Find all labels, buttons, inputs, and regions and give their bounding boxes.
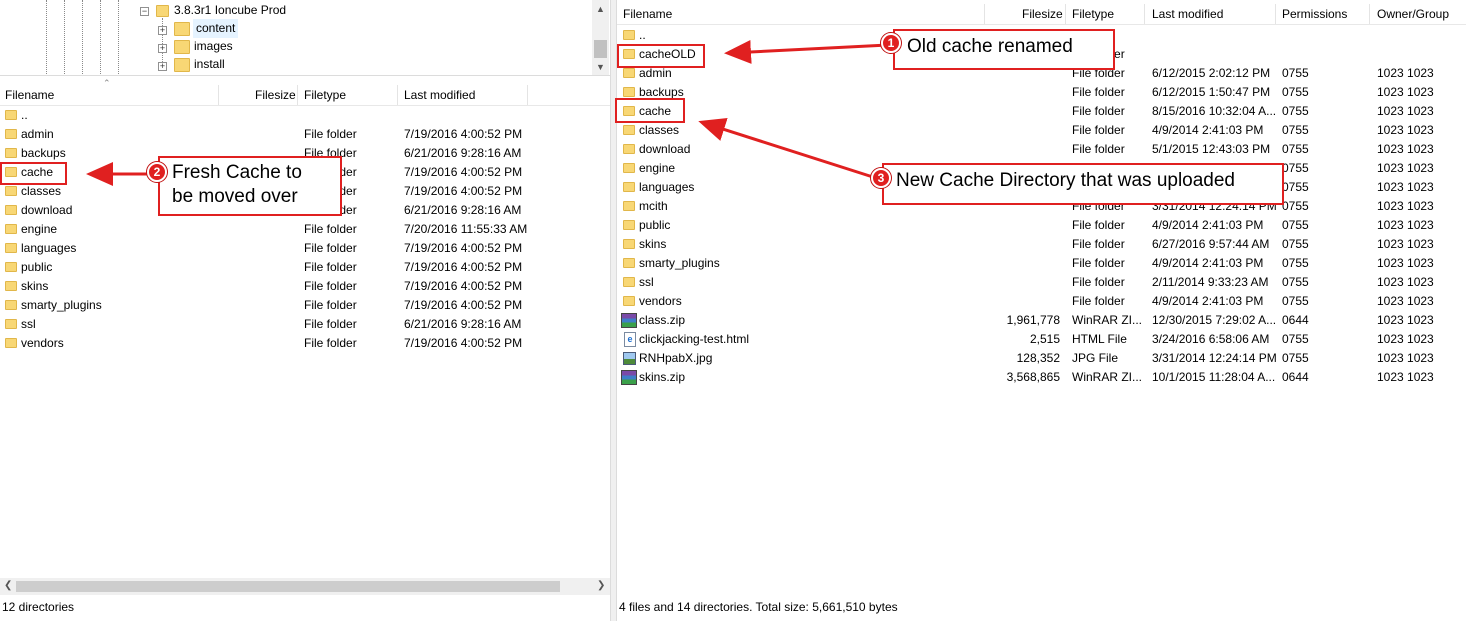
- callout-badge-2: 2: [147, 162, 167, 182]
- highlight-cacheold: [617, 44, 705, 68]
- callout-badge-1: 1: [881, 33, 901, 53]
- annotation-arrow-3: [698, 117, 877, 180]
- annotation-arrows: [86, 39, 889, 186]
- highlight-right-cache: [615, 98, 685, 123]
- callout-new-cache: New Cache Directory that was uploaded: [882, 163, 1284, 205]
- callout-fresh-cache: Fresh Cache to be moved over: [158, 156, 342, 216]
- callout-old-cache: Old cache renamed: [893, 29, 1115, 70]
- annotation-arrow-1: [724, 39, 889, 64]
- highlight-left-cache: [0, 162, 67, 185]
- callout-badge-3: 3: [871, 168, 891, 188]
